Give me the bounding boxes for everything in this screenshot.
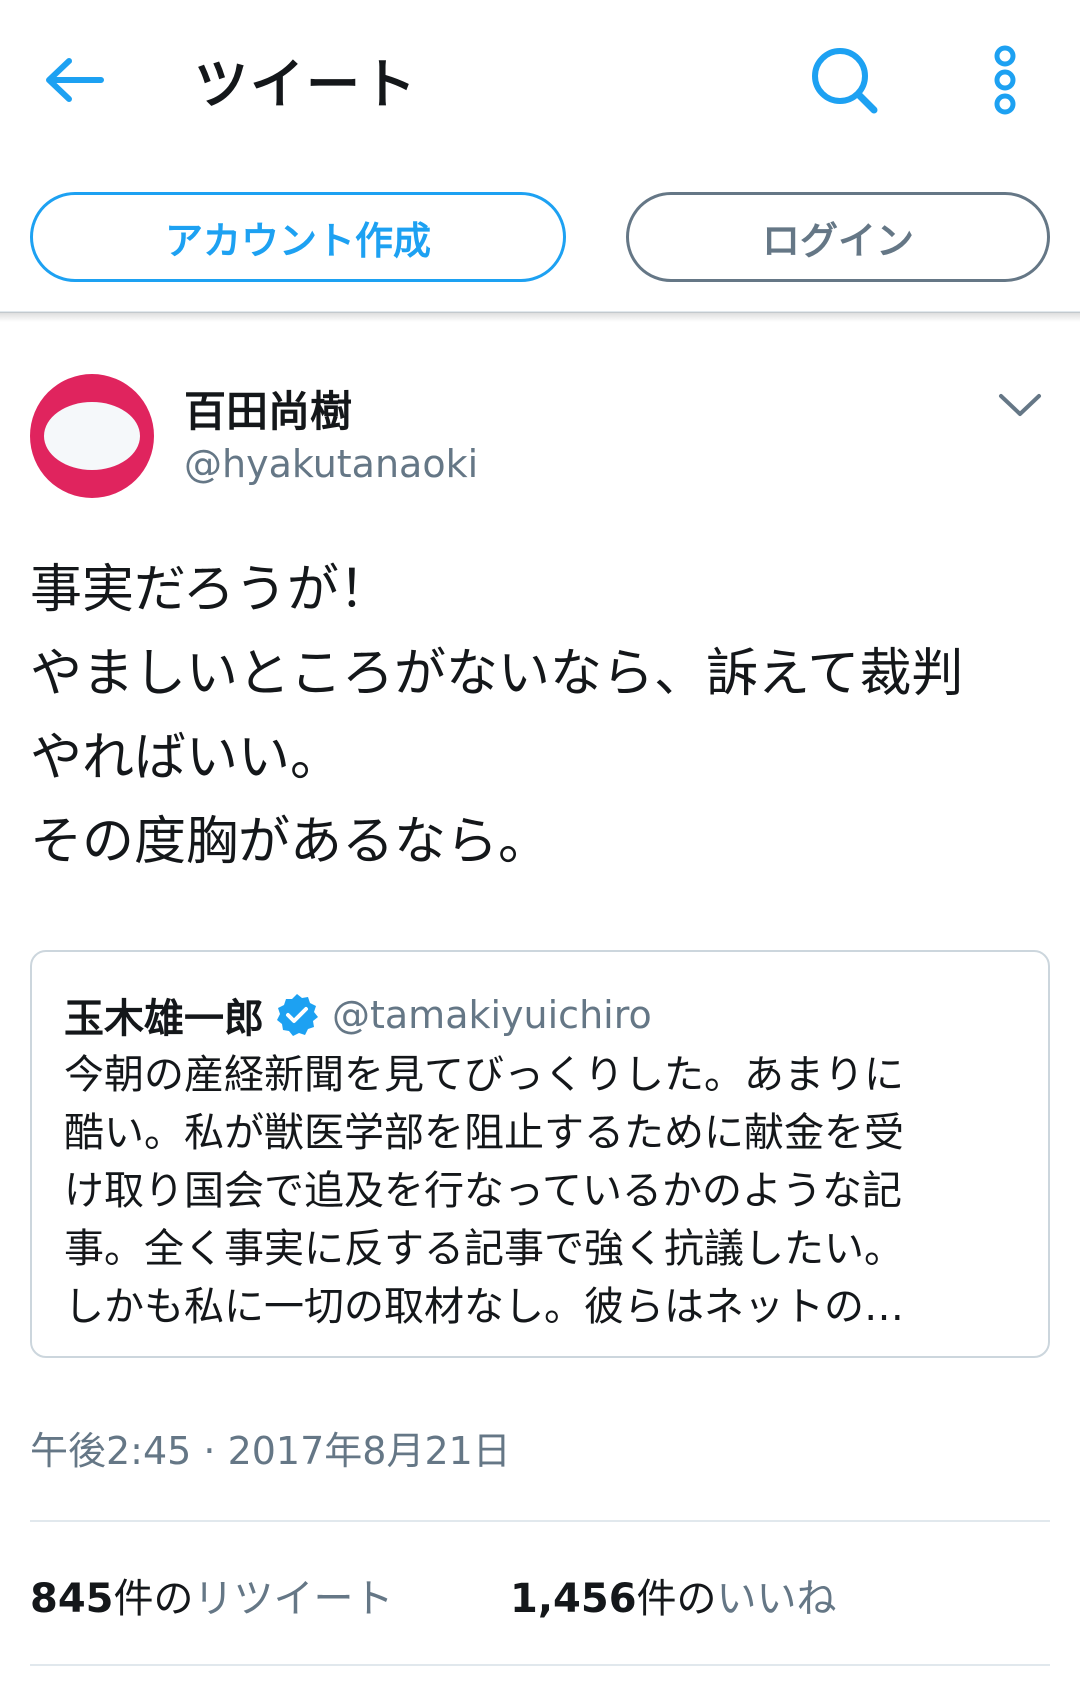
retweet-unit: 件の: [113, 1576, 194, 1622]
author-handle[interactable]: @hyakutanaoki: [184, 442, 478, 486]
auth-buttons: アカウント作成 ログイン: [0, 190, 1080, 286]
tweet-text-line: やればいい。: [30, 728, 343, 788]
tweet-page: ツイート アカウント作成 ログイン 百田尚樹 @hyakutanaoki 事実だ…: [0, 0, 1080, 1704]
page-title: ツイート: [194, 53, 418, 116]
more-options-button[interactable]: [976, 40, 1034, 120]
create-account-button[interactable]: アカウント作成: [30, 192, 566, 282]
search-button[interactable]: [804, 40, 884, 120]
quoted-text-line: 今朝の産経新聞を見てびっくりした。あまりに: [64, 1052, 904, 1098]
like-count: 1,456: [510, 1576, 637, 1622]
tweet-timestamp[interactable]: 午後2:45 · 2017年8月21日: [30, 1420, 511, 1475]
like-unit: 件の: [636, 1576, 717, 1622]
back-button[interactable]: [38, 44, 110, 116]
stats-divider-bottom: [30, 1664, 1050, 1666]
author-avatar[interactable]: [30, 374, 154, 498]
login-button[interactable]: ログイン: [626, 192, 1050, 282]
quoted-tweet[interactable]: 玉木雄一郎 @tamakiyuichiro 今朝の産経新聞を見てびっくりした。あ…: [30, 950, 1050, 1358]
tweet-options-button[interactable]: [990, 380, 1050, 430]
quoted-author-name: 玉木雄一郎: [64, 996, 264, 1042]
tweet-text: 事実だろうが！ やましいところがないなら、訴えて裁判 やればいい。 その度胸があ…: [30, 548, 1060, 884]
tweet-text-line: その度胸があるなら。: [30, 812, 551, 872]
vertical-ellipsis-icon: [994, 45, 1016, 115]
quoted-text-line: しかも私に一切の取材なし。彼らはネットの…: [64, 1284, 904, 1330]
retweet-count: 845: [30, 1576, 114, 1622]
verified-badge-icon: [277, 994, 318, 1036]
chevron-down-icon: [999, 394, 1041, 416]
header-shadow: [0, 312, 1080, 322]
quoted-author-handle: @tamakiyuichiro: [332, 993, 652, 1037]
like-stat[interactable]: 1,456件のいいね: [510, 1566, 837, 1624]
like-label: いいね: [716, 1576, 837, 1622]
search-icon: [812, 48, 878, 114]
quoted-tweet-header: 玉木雄一郎 @tamakiyuichiro: [64, 986, 652, 1044]
stats-divider-top: [30, 1520, 1050, 1522]
tweet-text-line: 事実だろうが！: [30, 560, 391, 620]
arrow-left-icon: [46, 58, 104, 102]
retweet-stat[interactable]: 845件のリツイート: [30, 1566, 394, 1624]
avatar-icon: [44, 402, 140, 470]
author-name[interactable]: 百田尚樹: [184, 378, 352, 439]
top-bar: ツイート: [0, 0, 1080, 160]
quoted-tweet-text: 今朝の産経新聞を見てびっくりした。あまりに 酷い。私が獣医学部を阻止するために献…: [64, 1046, 1034, 1336]
retweet-label: リツイート: [193, 1576, 394, 1622]
quoted-text-line: 酷い。私が獣医学部を阻止するために献金を受: [64, 1110, 904, 1156]
tweet-text-line: やましいところがないなら、訴えて裁判: [30, 644, 964, 704]
quoted-text-line: 事。全く事実に反する記事で強く抗議したい。: [64, 1226, 904, 1272]
quoted-text-line: け取り国会で追及を行なっているかのような記: [64, 1168, 902, 1214]
